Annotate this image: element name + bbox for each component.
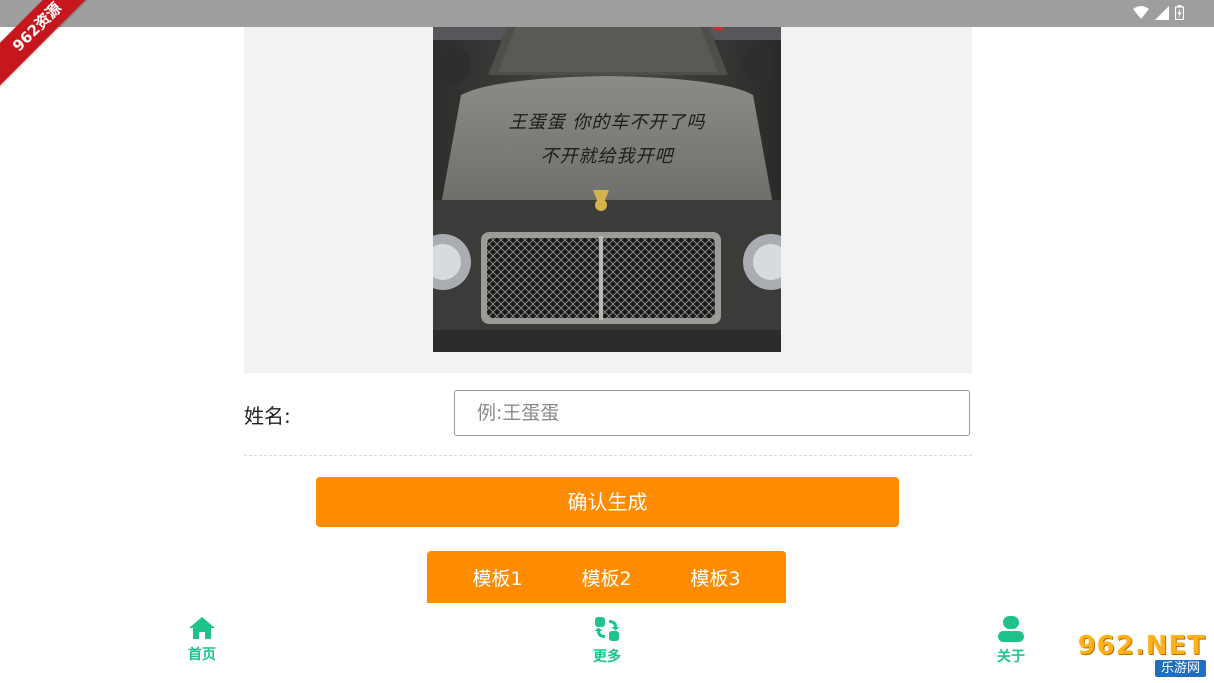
nav-label-about: 关于 xyxy=(997,649,1025,665)
wifi-icon xyxy=(1133,5,1149,19)
car-illustration xyxy=(433,0,781,352)
car-photo: 王蛋蛋 你的车不开了吗 不开就给我开吧 xyxy=(433,0,781,352)
hood-text-line-2: 不开就给我开吧 xyxy=(540,146,674,167)
bottom-nav: 首页 更多 关于 xyxy=(0,610,1214,683)
home-icon xyxy=(189,617,215,639)
hood-text-line-1: 王蛋蛋 你的车不开了吗 xyxy=(508,112,706,133)
watermark-subtitle: 乐游网 xyxy=(1154,660,1206,677)
image-preview-panel: 王蛋蛋 你的车不开了吗 不开就给我开吧 xyxy=(244,0,972,373)
template-tab-1[interactable]: 模板1 xyxy=(472,564,522,591)
template-tabs: 模板1 模板2 模板3 xyxy=(427,551,786,603)
name-label: 姓名: xyxy=(244,404,291,428)
nav-item-more[interactable]: 更多 xyxy=(567,616,647,666)
nav-item-home[interactable]: 首页 xyxy=(162,616,242,664)
nav-item-about[interactable]: 关于 xyxy=(971,616,1051,666)
status-icons xyxy=(1133,5,1184,20)
nav-label-home: 首页 xyxy=(188,647,216,663)
name-input[interactable] xyxy=(454,390,970,436)
watermark-logo: 962.NET xyxy=(1077,631,1206,661)
signal-icon xyxy=(1155,5,1169,20)
confirm-generate-button[interactable]: 确认生成 xyxy=(316,477,899,527)
nav-label-more: 更多 xyxy=(593,649,621,665)
refresh-swap-icon xyxy=(594,617,620,641)
status-bar xyxy=(0,0,1214,27)
divider xyxy=(244,455,972,456)
site-watermark: 962.NET 乐游网 xyxy=(1074,633,1206,677)
template-tab-3[interactable]: 模板3 xyxy=(690,564,740,591)
battery-icon xyxy=(1175,5,1184,20)
template-tab-2[interactable]: 模板2 xyxy=(581,564,631,591)
user-icon xyxy=(998,616,1024,642)
